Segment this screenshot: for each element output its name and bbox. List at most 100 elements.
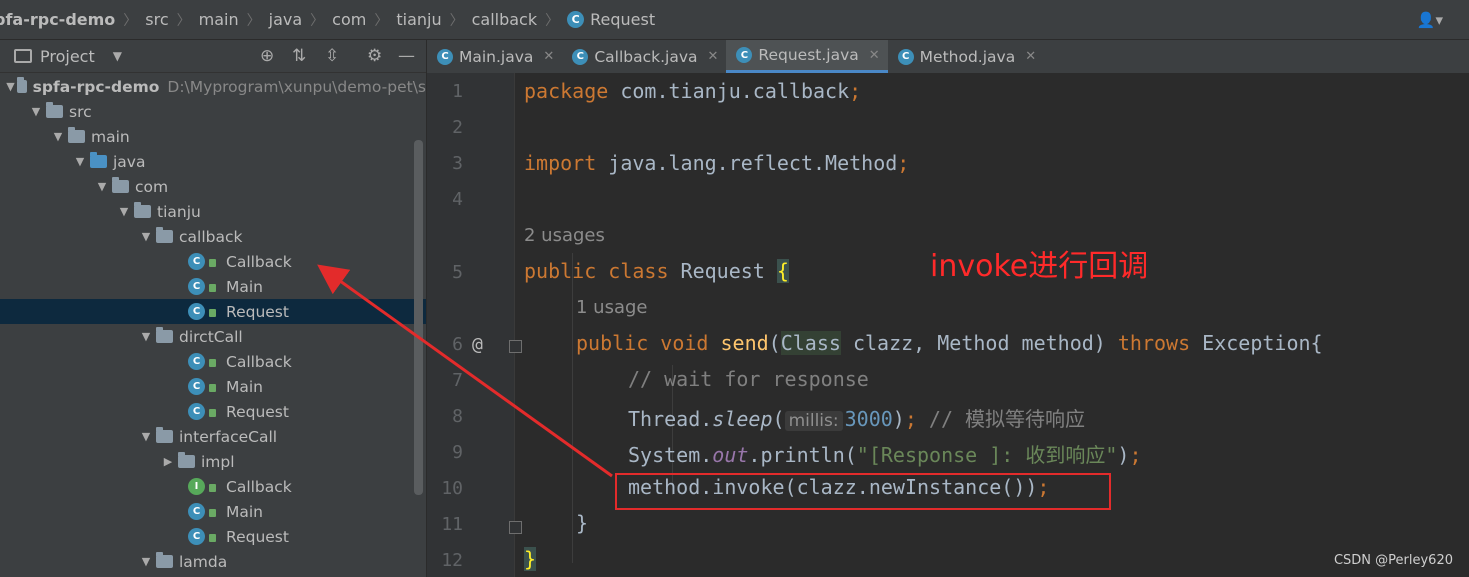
close-icon[interactable]: ✕: [707, 49, 718, 64]
tree-item-module[interactable]: ▼ spfa-rpc-demo D:\Myprogram\xunpu\demo-…: [0, 74, 426, 99]
tree-item-label: main: [91, 127, 130, 146]
tree-item-class[interactable]: C Callback: [0, 349, 426, 374]
tree-item-src[interactable]: ▼ src: [0, 99, 426, 124]
lock-icon: [209, 258, 216, 267]
tree-item-interface[interactable]: I Callback: [0, 474, 426, 499]
chevron-down-icon[interactable]: ▼: [72, 155, 88, 168]
indent-guide: [572, 253, 573, 563]
chevron-right-icon[interactable]: ▶: [160, 455, 176, 468]
chevron-right-icon: 〉: [246, 12, 261, 29]
fold-marker-icon[interactable]: [509, 521, 522, 534]
chevron-down-icon[interactable]: ▼: [6, 80, 15, 93]
usages-hint[interactable]: 1 usage: [576, 297, 648, 318]
breadcrumb-current[interactable]: Request: [590, 10, 655, 29]
chevron-down-icon[interactable]: ▼: [138, 430, 154, 443]
tree-item-class[interactable]: C Main: [0, 274, 426, 299]
tree-item-class[interactable]: C Request: [0, 399, 426, 424]
tree-item-java[interactable]: ▼ java: [0, 149, 426, 174]
tree-item-class-selected[interactable]: C Request: [0, 299, 426, 324]
collapse-all-icon[interactable]: ⇳: [325, 46, 339, 66]
breadcrumb-main[interactable]: main: [199, 10, 239, 29]
tree-item-label: Request: [226, 527, 289, 546]
class-icon: C: [188, 353, 205, 370]
breadcrumb-tianju[interactable]: tianju: [396, 10, 441, 29]
tab-request-java[interactable]: C Request.java ✕: [726, 40, 888, 73]
watermark: CSDN @Perley620: [1333, 553, 1453, 568]
line-number: 8: [452, 406, 463, 427]
code-line-3: import java.lang.reflect.Method;: [524, 151, 910, 175]
tree-item-label: Callback: [226, 352, 292, 371]
tree-item-main[interactable]: ▼ main: [0, 124, 426, 149]
class-icon: C: [188, 278, 205, 295]
code-line-5: public class Request {: [524, 259, 789, 283]
breadcrumb-project[interactable]: pfa-rpc-demo: [0, 10, 115, 29]
line-number: 7: [452, 370, 463, 391]
class-icon: C: [437, 48, 453, 65]
close-icon[interactable]: ✕: [543, 49, 554, 64]
breadcrumb-callback[interactable]: callback: [472, 10, 538, 29]
parameter-hint: millis:: [784, 411, 843, 431]
tree-item-class[interactable]: C Request: [0, 524, 426, 549]
class-icon: C: [572, 48, 589, 65]
line-number: 2: [452, 117, 463, 138]
tree-item-label: java: [113, 152, 146, 171]
expand-all-icon[interactable]: ⇅: [292, 46, 306, 66]
chevron-down-icon[interactable]: ▼: [116, 205, 132, 218]
chevron-down-icon[interactable]: ▼: [113, 49, 122, 63]
lock-icon: [209, 308, 216, 317]
tab-main-java[interactable]: C Main.java ✕: [427, 40, 562, 73]
tree-item-com[interactable]: ▼ com: [0, 174, 426, 199]
source-folder-icon: [90, 152, 107, 168]
lock-icon: [209, 408, 216, 417]
tree-item-class[interactable]: C Main: [0, 374, 426, 399]
minimize-icon[interactable]: —: [398, 46, 415, 66]
project-panel-title[interactable]: Project: [40, 47, 95, 66]
breadcrumb-src[interactable]: src: [145, 10, 168, 29]
tree-item-impl-package[interactable]: ▶ impl: [0, 449, 426, 474]
line-number: 3: [452, 153, 463, 174]
breadcrumb-com[interactable]: com: [332, 10, 366, 29]
chevron-down-icon[interactable]: ▼: [138, 330, 154, 343]
package-icon: [134, 202, 151, 218]
chevron-down-icon[interactable]: ▼: [138, 230, 154, 243]
chevron-down-icon[interactable]: ▼: [28, 105, 44, 118]
tree-item-callback-package[interactable]: ▼ callback: [0, 224, 426, 249]
tree-item-lamda-package[interactable]: ▼ lamda: [0, 549, 426, 574]
chevron-down-icon[interactable]: ▼: [94, 180, 110, 193]
folder-icon: [68, 127, 85, 143]
user-account-icon[interactable]: 👤▾: [1417, 11, 1443, 29]
chevron-right-icon: 〉: [123, 12, 138, 29]
gear-icon[interactable]: ⚙: [367, 46, 382, 66]
line-number: 5: [452, 262, 463, 283]
tree-item-label: src: [69, 102, 92, 121]
fold-marker-icon[interactable]: [509, 340, 522, 353]
breadcrumb-java[interactable]: java: [269, 10, 303, 29]
tree-item-class[interactable]: C Callback: [0, 249, 426, 274]
tree-item-dirctcall-package[interactable]: ▼ dirctCall: [0, 324, 426, 349]
project-scrollbar[interactable]: [414, 140, 423, 495]
locate-icon[interactable]: ⊕: [260, 46, 274, 66]
lock-icon: [209, 508, 216, 517]
tree-item-tianju[interactable]: ▼ tianju: [0, 199, 426, 224]
close-icon[interactable]: ✕: [869, 48, 880, 63]
chevron-right-icon: 〉: [176, 12, 191, 29]
tree-item-class[interactable]: C Main: [0, 499, 426, 524]
project-panel-header: Project ▼ ⊕ ⇅ ⇳ ⚙ —: [0, 40, 426, 73]
chevron-down-icon[interactable]: ▼: [138, 555, 154, 568]
chevron-right-icon: 〉: [545, 12, 560, 29]
usages-hint[interactable]: 2 usages: [524, 225, 605, 246]
tree-item-label: Main: [226, 502, 264, 521]
line-number: 4: [452, 189, 463, 210]
close-icon[interactable]: ✕: [1025, 49, 1036, 64]
chevron-right-icon: 〉: [374, 12, 389, 29]
class-icon: C: [897, 48, 914, 65]
tab-callback-java[interactable]: C Callback.java ✕: [562, 40, 726, 73]
tree-item-interfacecall-package[interactable]: ▼ interfaceCall: [0, 424, 426, 449]
line-number: 9: [452, 442, 463, 463]
line-number: 1: [452, 81, 463, 102]
chevron-right-icon: 〉: [449, 12, 464, 29]
tab-method-java[interactable]: C Method.java ✕: [888, 40, 1044, 73]
chevron-down-icon[interactable]: ▼: [50, 130, 66, 143]
override-at-icon[interactable]: @: [472, 334, 483, 355]
tree-item-label: Request: [226, 402, 289, 421]
